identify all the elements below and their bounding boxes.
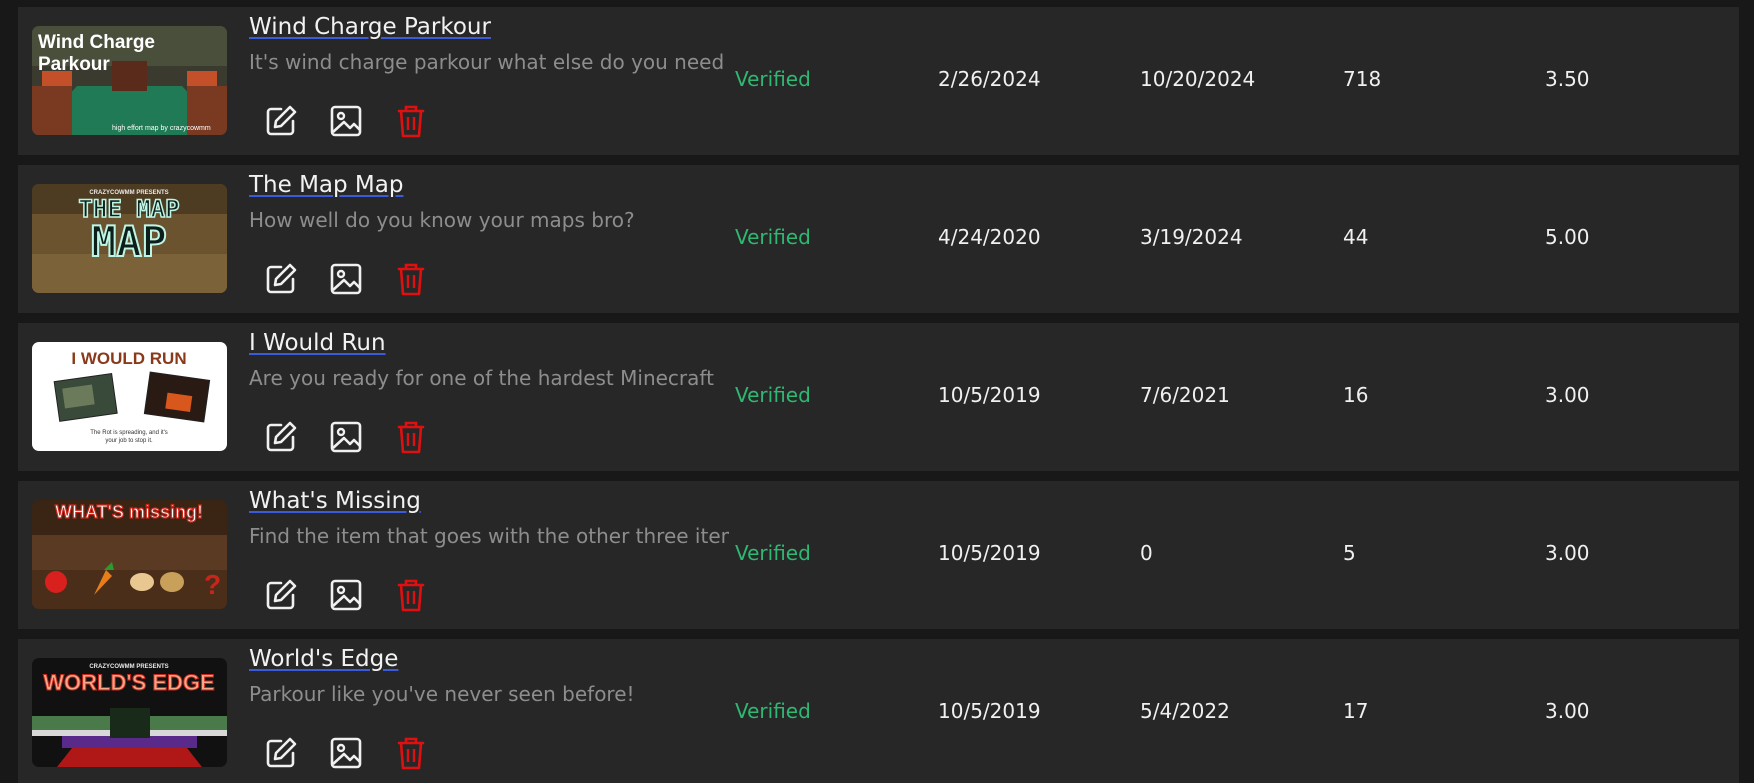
map-title-link[interactable]: World's Edge xyxy=(249,646,398,672)
status-badge: Verified xyxy=(735,541,811,565)
trash-icon[interactable] xyxy=(391,575,431,615)
rating-value: 3.00 xyxy=(1545,383,1590,407)
trash-icon[interactable] xyxy=(391,259,431,299)
downloads-count: 16 xyxy=(1343,383,1369,407)
thumbnail-image: CRAZYCOWMM PRESENTS WORLD'S EDGE xyxy=(32,658,227,767)
image-icon[interactable] xyxy=(326,733,366,773)
map-thumbnail[interactable]: CRAZYCOWMM PRESENTS WORLD'S EDGE xyxy=(32,658,227,767)
svg-text:MAP: MAP xyxy=(91,217,167,266)
map-title-link[interactable]: Wind Charge Parkour xyxy=(249,14,491,40)
svg-text:Wind Charge: Wind Charge xyxy=(38,32,155,53)
map-title-link[interactable]: I Would Run xyxy=(249,330,386,356)
map-row: CRAZYCOWMM PRESENTS THE MAP MAP The Map … xyxy=(18,165,1739,313)
downloads-count: 5 xyxy=(1343,541,1356,565)
updated-date: 3/19/2024 xyxy=(1140,225,1243,249)
rating-value: 3.00 xyxy=(1545,699,1590,723)
rating-value: 5.00 xyxy=(1545,225,1590,249)
map-thumbnail[interactable]: CRAZYCOWMM PRESENTS THE MAP MAP xyxy=(32,184,227,293)
svg-text:Parkour: Parkour xyxy=(38,54,110,75)
status-badge: Verified xyxy=(735,225,811,249)
map-description: How well do you know your maps bro? xyxy=(249,208,635,232)
status-badge: Verified xyxy=(735,699,811,723)
map-row: I WOULD RUN The Rot is spreading, and it… xyxy=(18,323,1739,471)
trash-icon[interactable] xyxy=(391,417,431,457)
edit-icon[interactable] xyxy=(261,101,301,141)
updated-date: 7/6/2021 xyxy=(1140,383,1230,407)
edit-icon[interactable] xyxy=(261,733,301,773)
map-row: Wind Charge Parkour high effort map by c… xyxy=(18,7,1739,155)
svg-text:high effort map by crazycowmm: high effort map by crazycowmm xyxy=(112,125,211,132)
trash-icon[interactable] xyxy=(391,101,431,141)
map-thumbnail[interactable]: Wind Charge Parkour high effort map by c… xyxy=(32,26,227,135)
updated-date: 5/4/2022 xyxy=(1140,699,1230,723)
map-thumbnail[interactable]: I WOULD RUN The Rot is spreading, and it… xyxy=(32,342,227,451)
map-description: Find the item that goes with the other t… xyxy=(249,524,729,548)
map-row: WHAT'S missing! ? What's Missing Find th… xyxy=(18,481,1739,629)
map-row: CRAZYCOWMM PRESENTS WORLD'S EDGE World's… xyxy=(18,639,1739,783)
thumbnail-image: WHAT'S missing! ? xyxy=(32,500,227,609)
status-badge: Verified xyxy=(735,383,811,407)
downloads-count: 44 xyxy=(1343,225,1369,249)
edit-icon[interactable] xyxy=(261,575,301,615)
svg-text:WHAT'S missing!: WHAT'S missing! xyxy=(55,502,203,522)
rating-value: 3.50 xyxy=(1545,67,1590,91)
edit-icon[interactable] xyxy=(261,259,301,299)
image-icon[interactable] xyxy=(326,417,366,457)
downloads-count: 718 xyxy=(1343,67,1382,91)
published-date: 2/26/2024 xyxy=(938,67,1041,91)
map-description: It's wind charge parkour what else do yo… xyxy=(249,50,725,74)
svg-text:The Rot is spreading, and it's: The Rot is spreading, and it's xyxy=(90,430,168,436)
map-title-link[interactable]: What's Missing xyxy=(249,488,421,514)
image-icon[interactable] xyxy=(326,575,366,615)
map-thumbnail[interactable]: WHAT'S missing! ? xyxy=(32,500,227,609)
published-date: 4/24/2020 xyxy=(938,225,1041,249)
trash-icon[interactable] xyxy=(391,733,431,773)
svg-text:WORLD'S EDGE: WORLD'S EDGE xyxy=(43,670,214,695)
edit-icon[interactable] xyxy=(261,417,301,457)
thumbnail-image: CRAZYCOWMM PRESENTS THE MAP MAP xyxy=(32,184,227,293)
map-description: Are you ready for one of the hardest Min… xyxy=(249,366,714,390)
updated-date: 10/20/2024 xyxy=(1140,67,1256,91)
image-icon[interactable] xyxy=(326,259,366,299)
svg-text:your job to stop it.: your job to stop it. xyxy=(105,438,153,444)
status-badge: Verified xyxy=(735,67,811,91)
svg-text:I WOULD RUN: I WOULD RUN xyxy=(71,349,186,368)
published-date: 10/5/2019 xyxy=(938,383,1041,407)
thumbnail-image: I WOULD RUN The Rot is spreading, and it… xyxy=(32,342,227,451)
maps-list: Wind Charge Parkour high effort map by c… xyxy=(0,0,1754,783)
map-description: Parkour like you've never seen before! xyxy=(249,682,635,706)
published-date: 10/5/2019 xyxy=(938,699,1041,723)
rating-value: 3.00 xyxy=(1545,541,1590,565)
updated-date: 0 xyxy=(1140,541,1153,565)
svg-text:?: ? xyxy=(204,569,221,600)
published-date: 10/5/2019 xyxy=(938,541,1041,565)
map-title-link[interactable]: The Map Map xyxy=(249,172,403,198)
image-icon[interactable] xyxy=(326,101,366,141)
thumbnail-image: Wind Charge Parkour high effort map by c… xyxy=(32,26,227,135)
downloads-count: 17 xyxy=(1343,699,1369,723)
